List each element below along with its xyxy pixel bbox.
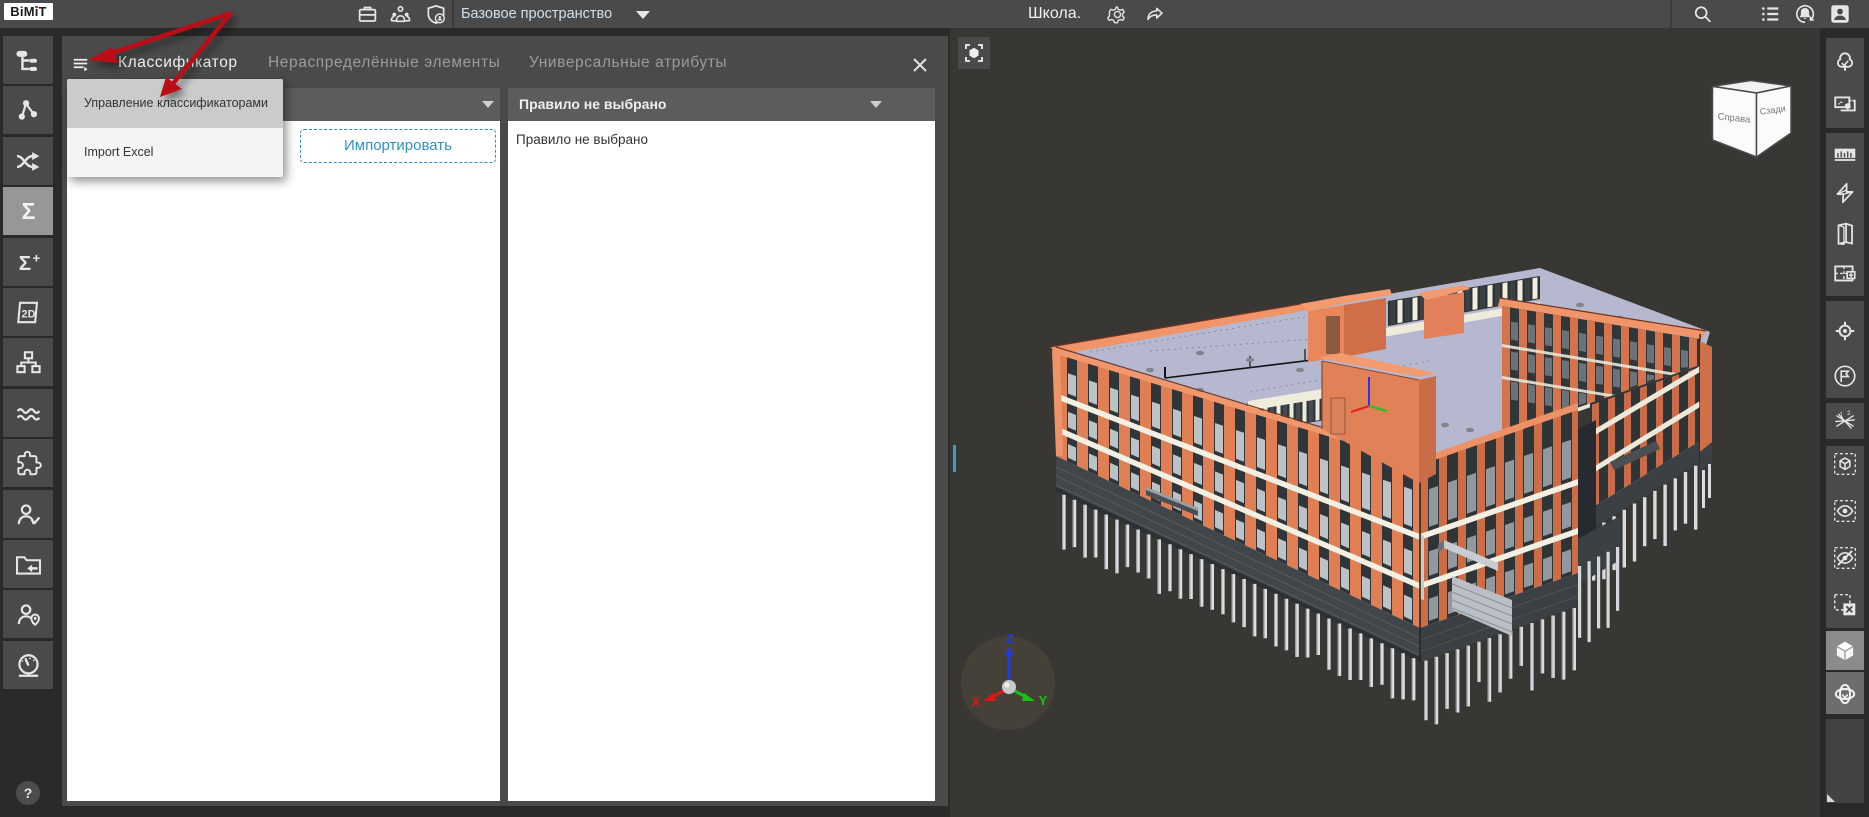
svg-text:Σ: Σ	[21, 197, 35, 223]
svg-text:1: 1	[1840, 413, 1844, 419]
svg-text:+: +	[32, 250, 40, 265]
svg-text:2D: 2D	[21, 308, 35, 320]
svg-text:2: 2	[1847, 411, 1850, 417]
svg-text:Z: Z	[1006, 631, 1014, 646]
svg-text:X: X	[972, 694, 981, 709]
svg-text:Σ: Σ	[18, 251, 30, 274]
svg-text:Y: Y	[1039, 693, 1048, 708]
